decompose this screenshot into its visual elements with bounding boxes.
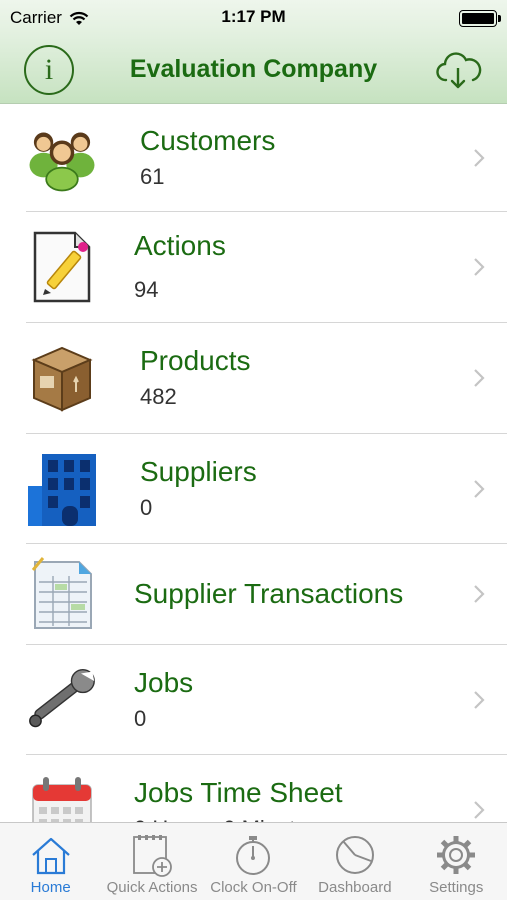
tab-settings[interactable]: Settings <box>406 833 507 896</box>
calendar-icon <box>26 774 98 822</box>
cloud-download-icon[interactable] <box>433 45 483 95</box>
chevron-right-icon <box>471 479 487 499</box>
list-item-title: Jobs <box>134 666 194 698</box>
chevron-right-icon <box>471 368 487 388</box>
tab-label: Settings <box>429 879 484 896</box>
chevron-right-icon <box>471 800 487 820</box>
chevron-right-icon <box>471 148 487 168</box>
list-item-suppliers[interactable]: Suppliers 0 <box>26 434 507 544</box>
chevron-right-icon <box>471 257 487 277</box>
list-item-title: Actions <box>134 230 226 261</box>
nav-bar: i Evaluation Company <box>0 36 507 104</box>
status-bar: Carrier <box>0 0 507 36</box>
home-icon <box>31 837 70 875</box>
tab-dashboard[interactable]: Dashboard <box>304 833 405 896</box>
list-item-count: 0 Hours, 0 Minutes <box>134 814 471 822</box>
document-pencil-icon <box>26 231 98 303</box>
carrier-signal: Carrier <box>10 8 89 28</box>
wrench-icon <box>26 664 98 736</box>
list-item-title: Supplier Transactions <box>134 578 404 609</box>
info-icon[interactable]: i <box>24 44 74 95</box>
pie-chart-icon <box>335 836 374 874</box>
battery-icon <box>459 9 501 27</box>
customers-icon <box>26 122 98 194</box>
tab-label: Quick Actions <box>106 879 198 896</box>
tab-label: Dashboard <box>318 879 392 896</box>
chevron-right-icon <box>471 584 487 604</box>
tab-quick-actions[interactable]: Quick Actions <box>102 833 203 896</box>
stopwatch-icon <box>236 836 271 875</box>
list-item-count: 61 <box>140 163 165 189</box>
list-item-jobs[interactable]: Jobs 0 <box>26 645 507 755</box>
gear-icon <box>437 836 476 874</box>
tab-bar: Home Quick Actions Clock On-Off Dashboar… <box>0 822 507 900</box>
list-item-count: 482 <box>140 384 177 409</box>
building-icon <box>26 453 98 526</box>
list-item-title: Jobs Time Sheet <box>134 777 343 808</box>
box-icon <box>26 342 98 414</box>
list-item-title: Customers <box>140 124 276 156</box>
list-item-customers[interactable]: Customers 61 <box>26 104 507 212</box>
main-menu-list: Customers 61 Actions 94 Products 482 Sup… <box>0 104 507 822</box>
list-item-jobs-time-sheet[interactable]: Jobs Time Sheet 0 Hours, 0 Minutes <box>26 755 507 822</box>
list-item-count: 0 <box>134 705 147 731</box>
tab-label: Clock On-Off <box>210 879 297 896</box>
list-item-title: Products <box>140 345 251 376</box>
page-title: Evaluation Company <box>129 55 378 83</box>
wifi-icon <box>69 11 89 25</box>
tab-label: Home <box>30 879 71 896</box>
list-item-count: 0 <box>140 494 153 520</box>
quick-actions-icon <box>133 835 172 877</box>
list-item-actions[interactable]: Actions 94 <box>26 212 507 323</box>
carrier-label: Carrier <box>10 8 62 27</box>
list-item-products[interactable]: Products 482 <box>26 323 507 434</box>
list-item-supplier-transactions[interactable]: Supplier Transactions <box>26 544 507 645</box>
tab-home[interactable]: Home <box>0 833 101 896</box>
chevron-right-icon <box>471 690 487 710</box>
spreadsheet-icon <box>26 557 98 630</box>
list-item-count: 94 <box>134 277 159 302</box>
tab-clock-on-off[interactable]: Clock On-Off <box>203 833 304 896</box>
list-item-title: Suppliers <box>140 455 257 487</box>
